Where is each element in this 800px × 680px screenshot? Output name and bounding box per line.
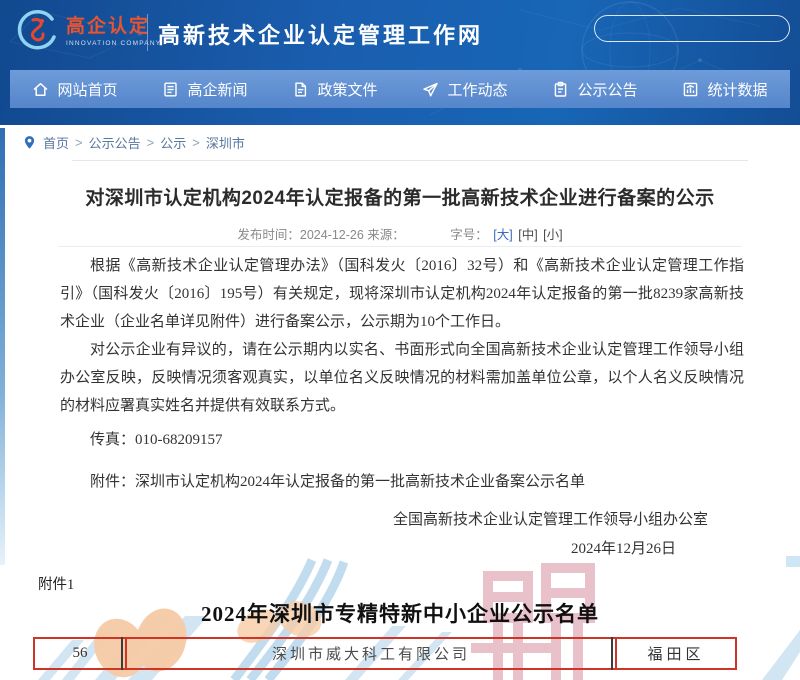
logo-mark-icon [13,9,59,55]
signature-org: 全国高新技术企业认定管理工作领导小组办公室 [60,506,744,534]
breadcrumb-item-shenzhen[interactable]: 深圳市 [206,133,245,152]
home-icon [32,81,49,98]
page: 高企认定 INNOVATION COMPANY 高新技术企业认定管理工作网 网站… [0,0,800,680]
font-size-medium-button[interactable]: [中] [518,228,537,242]
font-size-label: 字号： [450,228,488,242]
search-input[interactable] [595,21,791,36]
cell-serial-number: 56 [35,639,125,668]
nav-item-announcements[interactable]: 公示公告 [530,70,660,108]
policy-doc-icon [292,81,309,98]
font-size-group: 字号： [大] [中] [小] [450,228,562,242]
breadcrumb-separator: > [75,135,83,150]
clipboard-icon [552,81,569,98]
breadcrumb-item-home[interactable]: 首页 [43,133,69,152]
nav-item-label: 高企新闻 [187,79,247,100]
nav-item-news[interactable]: 高企新闻 [140,70,270,108]
cell-district: 福田区 [615,639,735,668]
search-box[interactable] [594,15,790,42]
attachment-line: 附件：深圳市认定机构2024年认定报备的第一批高新技术企业备案公示名单 [60,468,744,496]
nav-item-label: 政策文件 [317,79,377,100]
publish-info: 发布时间：2024-12-26 来源： [237,228,404,242]
font-size-large-button[interactable]: [大] [493,228,512,242]
nav-item-label: 公示公告 [577,79,637,100]
breadcrumb-separator: > [192,135,200,150]
paragraph-2: 对公示企业有异议的，请在公示期内以实名、书面形式向全国高新技术企业认定管理工作领… [60,336,744,420]
nav-item-home[interactable]: 网站首页 [10,70,140,108]
main-nav: 网站首页 高企新闻 政策文件 工作动态 公示公告 统计数据 [10,70,790,108]
site-logo[interactable]: 高企认定 INNOVATION COMPANY [13,9,161,55]
paragraph-1: 根据《高新技术企业认定管理办法》（国科发火〔2016〕32号）和《高新技术企业认… [60,252,744,336]
nav-item-statistics[interactable]: 统计数据 [660,70,790,108]
left-accent-strip [0,128,5,565]
nav-item-updates[interactable]: 工作动态 [400,70,530,108]
breadcrumb-divider [72,160,748,161]
meta-divider [58,246,742,247]
breadcrumb: 首页 > 公示公告 > 公示 > 深圳市 [22,133,245,152]
company-table-row: 56 深圳市威大科工有限公司 福田区 [33,637,737,670]
article-body: 根据《高新技术企业认定管理办法》（国科发火〔2016〕32号）和《高新技术企业认… [60,252,744,563]
breadcrumb-separator: > [147,135,155,150]
article-meta: 发布时间：2024-12-26 来源： 字号： [大] [中] [小] [0,224,800,243]
news-icon [162,81,179,98]
paper-plane-icon [422,81,439,98]
blue-tab-decoration [786,556,800,567]
site-title: 高新技术企业认定管理工作网 [158,18,483,50]
bar-chart-icon [682,81,699,98]
breadcrumb-item-announcements[interactable]: 公示公告 [89,133,141,152]
nav-item-label: 工作动态 [447,79,507,100]
nav-item-policy[interactable]: 政策文件 [270,70,400,108]
nav-item-label: 网站首页 [57,79,117,100]
font-size-small-button[interactable]: [小] [543,228,562,242]
site-header: 高企认定 INNOVATION COMPANY 高新技术企业认定管理工作网 网站… [0,0,800,125]
nav-item-label: 统计数据 [707,79,767,100]
attachment-section: 附件1 2024年深圳市专精特新中小企业公示名单 56 深圳市威大科工有限公司 … [0,556,800,680]
location-pin-icon [22,135,37,150]
logo-divider [147,14,148,51]
attachment-table-title: 2024年深圳市专精特新中小企业公示名单 [0,598,800,628]
breadcrumb-item-public-notice[interactable]: 公示 [160,133,186,152]
attachment-label: 附件1 [38,573,74,594]
page-title: 对深圳市认定机构2024年认定报备的第一批高新技术企业进行备案的公示 [55,183,745,210]
cell-company-name: 深圳市威大科工有限公司 [125,639,615,668]
fax-line: 传真：010-68209157 [60,426,744,454]
